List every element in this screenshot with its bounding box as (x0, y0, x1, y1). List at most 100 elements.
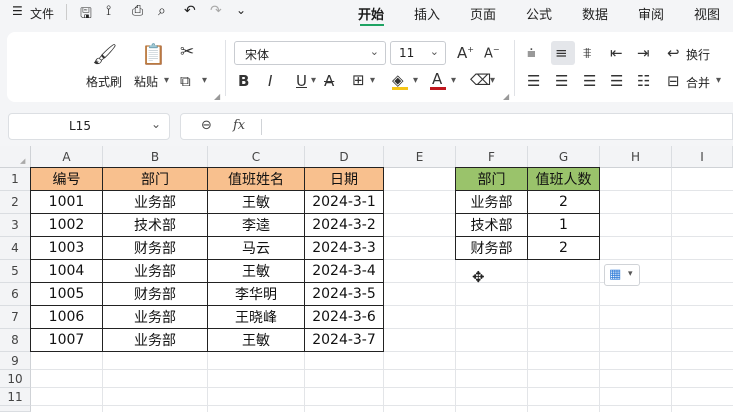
summary-header-cell[interactable]: 部门 (455, 167, 528, 191)
chevron-down-icon[interactable]: ▾ (311, 75, 316, 86)
row-header-2[interactable]: 2 (0, 191, 31, 214)
table-cell[interactable]: 1007 (30, 328, 103, 352)
table-cell[interactable]: 2024-3-1 (304, 190, 384, 214)
justify-icon[interactable]: ☰ (610, 72, 623, 90)
column-header-e[interactable]: E (384, 146, 456, 168)
table-cell[interactable]: 1005 (30, 282, 103, 306)
table-cell[interactable]: 马云 (207, 236, 305, 260)
chevron-down-icon[interactable]: ⌄ (236, 3, 246, 17)
row-header-9[interactable]: 9 (0, 352, 31, 370)
table-cell[interactable]: 2024-3-3 (304, 236, 384, 260)
save-icon[interactable]: 🖫 (80, 3, 92, 27)
font-shrink-icon[interactable]: A− (484, 45, 500, 61)
paste-icon[interactable]: 📋 (141, 42, 166, 66)
format-painter-button[interactable]: 格式刷 (86, 73, 122, 90)
row-header-6[interactable]: 6 (0, 283, 31, 306)
tab-view[interactable]: 视图 (694, 4, 720, 23)
tab-insert[interactable]: 插入 (414, 4, 440, 23)
row-header-11[interactable]: 11 (0, 388, 31, 406)
table-cell[interactable]: 业务部 (102, 259, 208, 283)
print-icon[interactable]: ⎙ (132, 3, 143, 19)
merge-button[interactable]: 合并 (686, 74, 710, 91)
merge-icon[interactable]: ⊟ (667, 72, 680, 90)
row-header-5[interactable]: 5 (0, 260, 31, 283)
table-cell[interactable]: 1004 (30, 259, 103, 283)
table-cell[interactable]: 技术部 (102, 213, 208, 237)
clear-format-icon[interactable]: ⌫ (470, 71, 491, 89)
row-header-3[interactable]: 3 (0, 214, 31, 237)
align-left-icon[interactable]: ☰ (527, 72, 540, 90)
align-right-icon[interactable]: ☰ (583, 72, 596, 90)
chevron-down-icon[interactable]: ▾ (370, 75, 375, 86)
align-bottom-icon[interactable]: ⩨ (583, 44, 591, 62)
underline-icon[interactable]: U (296, 72, 307, 90)
column-header-f[interactable]: F (456, 146, 528, 168)
strikethrough-icon[interactable]: A (324, 72, 334, 90)
tab-review[interactable]: 审阅 (638, 4, 664, 23)
expand-corner-icon[interactable]: ◢ (214, 92, 220, 101)
zoom-search-icon[interactable]: ⊖ (201, 118, 212, 133)
italic-icon[interactable]: I (268, 72, 272, 90)
table-cell[interactable]: 王晓峰 (207, 305, 305, 329)
row-header-10[interactable]: 10 (0, 370, 31, 388)
format-icon[interactable]: ⟟ (106, 3, 111, 19)
bold-icon[interactable]: B (238, 72, 249, 90)
chevron-down-icon[interactable]: ▾ (413, 75, 418, 86)
tab-home[interactable]: 开始 (358, 4, 384, 23)
summary-cell[interactable]: 2 (527, 236, 600, 260)
tab-data[interactable]: 数据 (582, 4, 608, 23)
cut-icon[interactable]: ✂ (180, 42, 194, 62)
table-cell[interactable]: 李逵 (207, 213, 305, 237)
summary-cell[interactable]: 2 (527, 190, 600, 214)
wrap-text-icon[interactable]: ↩ (667, 44, 680, 62)
decrease-indent-icon[interactable]: ⇤ (610, 44, 623, 62)
table-cell[interactable]: 王敏 (207, 259, 305, 283)
redo-icon[interactable]: ↷ (210, 3, 222, 19)
table-cell[interactable]: 1003 (30, 236, 103, 260)
table-header-cell[interactable]: 部门 (102, 167, 208, 191)
table-header-cell[interactable]: 日期 (304, 167, 384, 191)
file-menu[interactable]: 文件 (30, 5, 54, 22)
tab-page[interactable]: 页面 (470, 4, 496, 23)
expand-corner-icon[interactable]: ◢ (503, 92, 509, 101)
row-header-12[interactable] (0, 406, 31, 412)
formula-input[interactable]: ⊖ fx (180, 113, 733, 140)
table-cell[interactable]: 财务部 (102, 236, 208, 260)
paste-button[interactable]: 粘贴 (134, 73, 158, 90)
chevron-down-icon[interactable]: ▾ (451, 75, 456, 86)
table-header-cell[interactable]: 值班姓名 (207, 167, 305, 191)
tab-formula[interactable]: 公式 (526, 4, 552, 23)
print-preview-icon[interactable]: ⌕ (158, 3, 166, 19)
wrap-text-button[interactable]: 换行 (686, 46, 710, 63)
chevron-down-icon[interactable]: ▾ (164, 75, 169, 86)
column-header-c[interactable]: C (208, 146, 305, 168)
name-box[interactable]: L15 ⌄ (8, 113, 170, 140)
column-header-a[interactable]: A (31, 146, 103, 168)
table-header-cell[interactable]: 编号 (30, 167, 103, 191)
summary-header-cell[interactable]: 值班人数 (527, 167, 600, 191)
table-cell[interactable]: 1002 (30, 213, 103, 237)
table-cell[interactable]: 业务部 (102, 190, 208, 214)
table-cell[interactable]: 业务部 (102, 305, 208, 329)
table-cell[interactable]: 2024-3-4 (304, 259, 384, 283)
row-header-4[interactable]: 4 (0, 237, 31, 260)
column-header-d[interactable]: D (305, 146, 384, 168)
table-cell[interactable]: 1001 (30, 190, 103, 214)
table-cell[interactable]: 1006 (30, 305, 103, 329)
column-header-h[interactable]: H (600, 146, 672, 168)
font-name-select[interactable]: 宋体 ⌄ (234, 41, 386, 65)
table-cell[interactable]: 王敏 (207, 190, 305, 214)
row-header-1[interactable]: 1 (0, 168, 31, 191)
chevron-down-icon[interactable]: ▾ (202, 75, 207, 86)
row-header-8[interactable]: 8 (0, 329, 31, 352)
fx-button[interactable]: fx (233, 118, 245, 133)
table-cell[interactable]: 业务部 (102, 328, 208, 352)
align-center-icon[interactable]: ☰ (555, 72, 568, 90)
select-all-corner[interactable] (0, 146, 31, 168)
summary-cell[interactable]: 1 (527, 213, 600, 237)
table-cell[interactable]: 2024-3-2 (304, 213, 384, 237)
font-size-select[interactable]: 11 ⌄ (390, 41, 446, 65)
column-header-i[interactable]: I (672, 146, 733, 168)
font-color-icon[interactable]: A (432, 70, 442, 88)
table-cell[interactable]: 财务部 (102, 282, 208, 306)
